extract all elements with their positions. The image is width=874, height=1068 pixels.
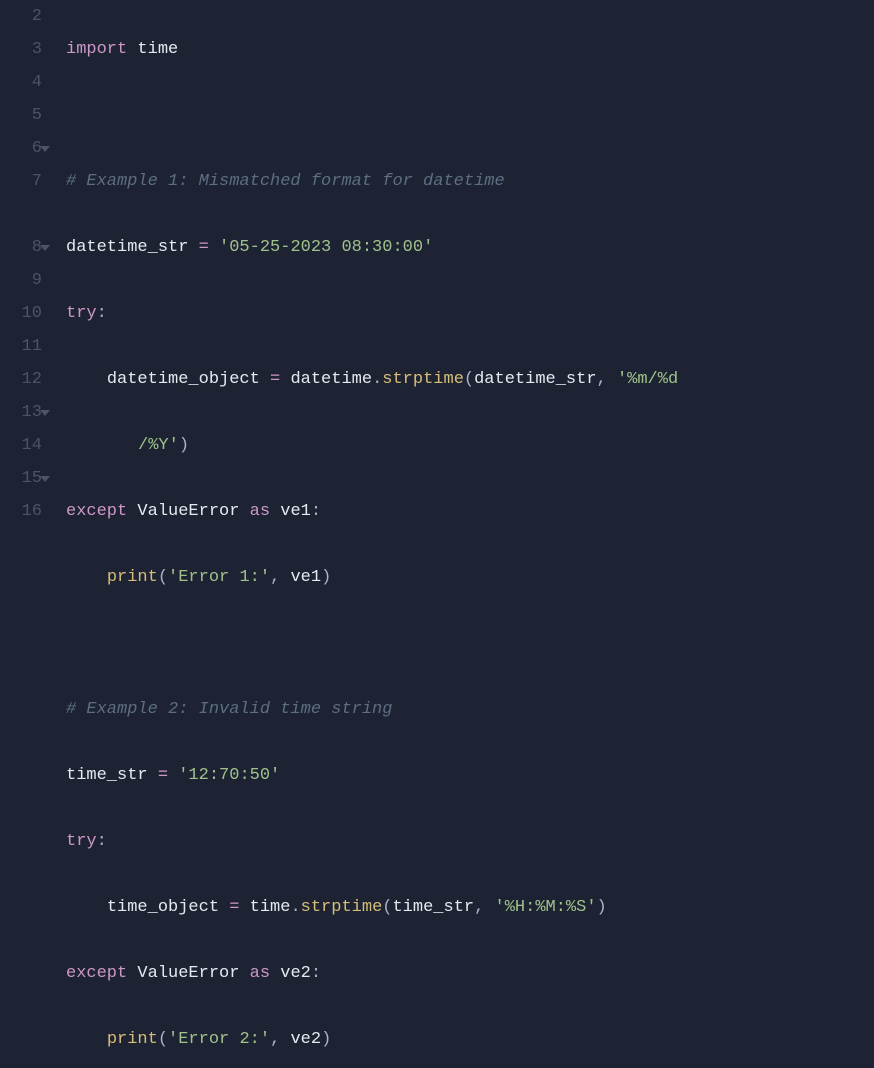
line-number-gutter: 2 3 4 5 6 7 8 9 10 11 12 13 14 15 16 (0, 0, 52, 534)
code-line[interactable]: datetime_object = datetime.strptime(date… (66, 363, 874, 396)
code-line[interactable]: print('Error 1:', ve1) (66, 561, 874, 594)
code-line[interactable]: try: (66, 825, 874, 858)
code-line[interactable]: # Example 2: Invalid time string (66, 693, 874, 726)
line-number: 4 (0, 66, 42, 99)
line-number: 14 (0, 429, 42, 462)
code-editor[interactable]: import time # Example 1: Mismatched form… (52, 0, 874, 534)
fold-icon[interactable] (40, 476, 50, 482)
code-line[interactable]: datetime_str = '05-25-2023 08:30:00' (66, 231, 874, 264)
line-number: 6 (0, 132, 42, 165)
code-line[interactable]: print('Error 2:', ve2) (66, 1023, 874, 1056)
code-line[interactable] (66, 627, 874, 660)
line-number: 11 (0, 330, 42, 363)
code-line[interactable]: time_str = '12:70:50' (66, 759, 874, 792)
code-line[interactable]: try: (66, 297, 874, 330)
line-number: 2 (0, 0, 42, 33)
code-line-wrap[interactable]: /%Y') (66, 429, 874, 462)
line-number: 16 (0, 495, 42, 528)
line-number: 9 (0, 264, 42, 297)
line-number: 3 (0, 33, 42, 66)
fold-icon[interactable] (40, 245, 50, 251)
line-number: 13 (0, 396, 42, 429)
code-line[interactable]: except ValueError as ve2: (66, 957, 874, 990)
line-number: 7 (0, 165, 42, 198)
line-number: 5 (0, 99, 42, 132)
line-number: 15 (0, 462, 42, 495)
code-line[interactable]: import time (66, 33, 874, 66)
code-line[interactable]: # Example 1: Mismatched format for datet… (66, 165, 874, 198)
fold-icon[interactable] (40, 410, 50, 416)
code-line[interactable]: except ValueError as ve1: (66, 495, 874, 528)
code-line[interactable]: time_object = time.strptime(time_str, '%… (66, 891, 874, 924)
line-number (0, 198, 42, 231)
line-number: 12 (0, 363, 42, 396)
fold-icon[interactable] (40, 146, 50, 152)
line-number: 8 (0, 231, 42, 264)
line-number: 10 (0, 297, 42, 330)
code-line[interactable] (66, 99, 874, 132)
